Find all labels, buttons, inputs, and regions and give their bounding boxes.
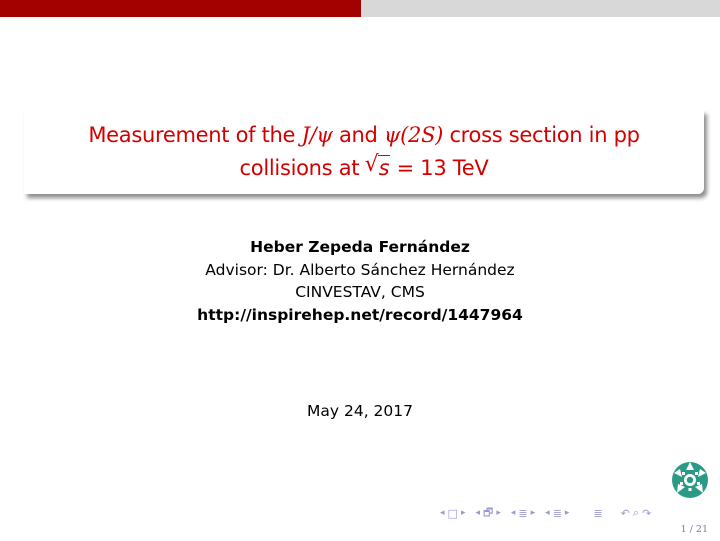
frame-icon[interactable]: □ xyxy=(448,507,458,520)
sqrt-symbol: √ xyxy=(364,152,379,177)
title-box: Measurement of the J/ψ and ψ(2S) cross s… xyxy=(24,110,704,194)
next-frame-icon[interactable]: ▸ xyxy=(461,508,466,518)
date: May 24, 2017 xyxy=(307,402,413,420)
document-icon[interactable]: ≣ xyxy=(553,507,562,520)
next-section-icon[interactable]: ▸ xyxy=(531,508,536,518)
prev-section-icon[interactable]: ◂ xyxy=(511,508,516,518)
nav-subsection: ◂ 🗗 ▸ xyxy=(475,504,500,523)
back-icon[interactable]: ↶ xyxy=(621,507,630,520)
sqrt-argument: s xyxy=(377,155,391,180)
nav-section: ◂ ≣ ▸ xyxy=(511,507,535,520)
author: Heber Zepeda Fernández xyxy=(250,238,470,256)
toc-icon[interactable]: ≣ xyxy=(593,507,602,520)
header-bar-progress xyxy=(0,0,361,17)
title-text: collisions at xyxy=(239,156,366,180)
title-text: and xyxy=(332,123,384,147)
search-icon[interactable]: ⌕ xyxy=(633,506,639,520)
nav-frame: ◂ □ ▸ xyxy=(440,507,465,520)
next-subsection-icon[interactable]: ▸ xyxy=(496,508,501,518)
title-math-sqrt-s: √ s xyxy=(365,152,391,185)
beamer-navigation: ◂ □ ▸ ◂ 🗗 ▸ ◂ ≣ ▸ ◂ ≣ ▸ ≣ ↶ ⌕ ↷ xyxy=(440,506,661,520)
header-bar-remaining xyxy=(361,0,720,17)
section-icon[interactable]: ≣ xyxy=(518,507,527,520)
title-text: cross section in pp xyxy=(443,123,640,147)
subsection-icon[interactable]: 🗗 xyxy=(483,504,493,523)
prev-frame-icon[interactable]: ◂ xyxy=(440,508,445,518)
title-meta: Heber Zepeda Fernández Advisor: Dr. Albe… xyxy=(0,236,720,326)
page-number: 1 / 21 xyxy=(680,524,708,535)
forward-icon[interactable]: ↷ xyxy=(642,507,651,520)
title-math-psi2s: ψ(2S) xyxy=(383,123,444,147)
institute: CINVESTAV, CMS xyxy=(295,283,425,301)
prev-document-icon[interactable]: ◂ xyxy=(545,508,550,518)
header-bar xyxy=(0,0,720,17)
title-line-2: collisions at √ s = 13 TeV xyxy=(240,152,489,185)
next-document-icon[interactable]: ▸ xyxy=(565,508,570,518)
prev-subsection-icon[interactable]: ◂ xyxy=(475,508,480,518)
title-text: Measurement of the xyxy=(88,123,302,147)
advisor: Advisor: Dr. Alberto Sánchez Hernández xyxy=(205,260,515,279)
title-text: = 13 TeV xyxy=(390,156,489,180)
nav-search: ↶ ⌕ ↷ xyxy=(621,506,652,520)
cinvestav-logo xyxy=(672,462,708,498)
title-math-jpsi: J/ψ xyxy=(301,123,333,147)
nav-toc: ≣ xyxy=(593,507,602,520)
nav-document: ◂ ≣ ▸ xyxy=(545,507,569,520)
record-url[interactable]: http://inspirehep.net/record/1447964 xyxy=(0,304,720,327)
